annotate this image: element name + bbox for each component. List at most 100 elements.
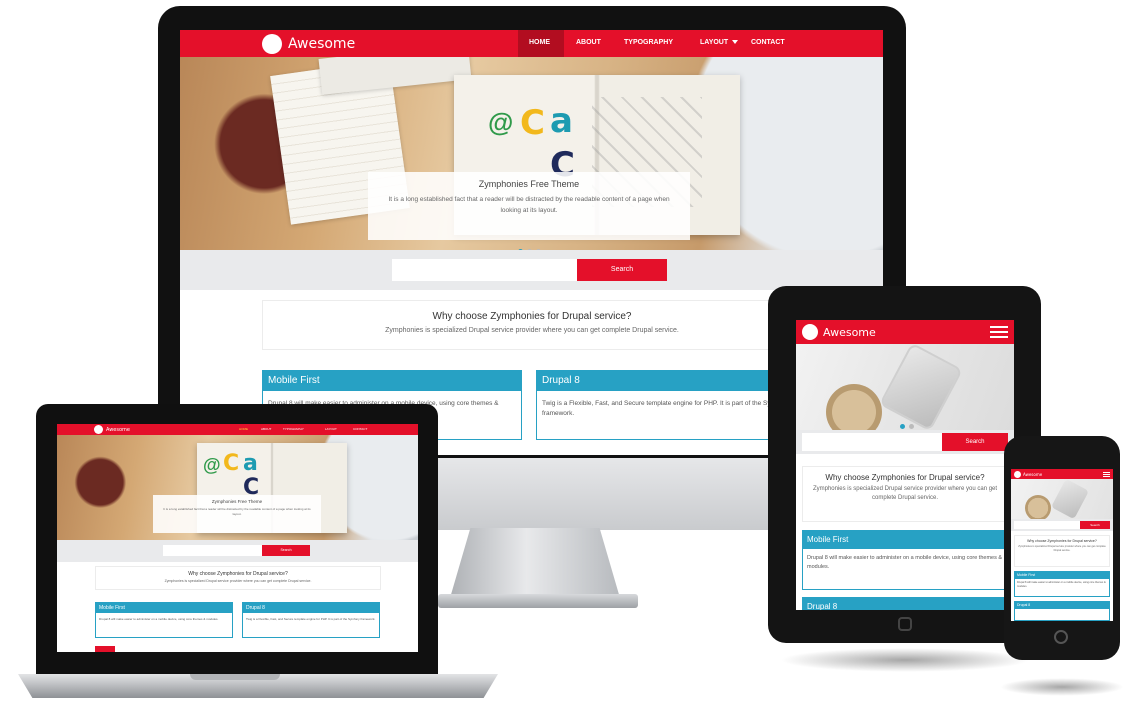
card-title: Mobile First bbox=[803, 531, 1007, 549]
site-header: Awesome HOME ABOUT TYPOGRAPHY LAYOUT CON… bbox=[180, 30, 883, 57]
site-header: Awesome bbox=[796, 320, 1014, 344]
card-drupal-8: Drupal 8 Twig is a Flexible, Fast, and S… bbox=[536, 370, 796, 440]
hero-title: Zymphonies Free Theme bbox=[211, 499, 263, 504]
search-input[interactable] bbox=[392, 259, 578, 281]
card-title: Mobile First bbox=[1015, 572, 1109, 579]
search-band: Search bbox=[57, 540, 418, 562]
nav-layout[interactable]: LAYOUT bbox=[700, 39, 739, 46]
responsive-devices-mockup: Awesome HOME ABOUT TYPOGRAPHY LAYOUT CON… bbox=[0, 0, 1132, 712]
paper-image bbox=[318, 57, 472, 95]
phone-home-button[interactable] bbox=[1054, 630, 1068, 644]
search-input[interactable] bbox=[163, 545, 263, 556]
card-text: Drupal 8 will make easier to administer … bbox=[807, 555, 1003, 570]
search-button[interactable]: Search bbox=[262, 545, 310, 556]
site-brand[interactable]: Awesome bbox=[823, 326, 876, 339]
hamburger-menu-icon[interactable] bbox=[990, 326, 1008, 338]
phone-shadow bbox=[1000, 678, 1124, 696]
footer-accent bbox=[95, 646, 115, 652]
card-title: Drupal 8 bbox=[243, 603, 379, 613]
coaster-image bbox=[826, 384, 882, 430]
why-section: Why choose Zymphonies for Drupal service… bbox=[1014, 535, 1110, 567]
site-brand[interactable]: Awesome bbox=[106, 427, 130, 433]
card-title: Drupal 8 bbox=[537, 371, 795, 391]
nav-contact[interactable]: CONTACT bbox=[751, 39, 785, 46]
logo-sample-a-icon: a bbox=[243, 451, 258, 476]
logo-sample-q-icon: @ bbox=[203, 455, 221, 475]
why-title: Why choose Zymphonies for Drupal service… bbox=[825, 473, 985, 482]
search-button[interactable]: Search bbox=[577, 259, 667, 281]
hero-text: It is a long established fact that a rea… bbox=[388, 196, 670, 214]
logo-sample-c-icon: C bbox=[520, 103, 545, 143]
nav-about[interactable]: ABOUT bbox=[576, 39, 601, 46]
why-text: Zymphonies is specialized Drupal service… bbox=[1018, 545, 1106, 552]
slider-dot[interactable] bbox=[900, 424, 905, 429]
card-title: Mobile First bbox=[263, 371, 521, 391]
card-title: Drupal 8 bbox=[803, 598, 1007, 610]
laptop-notch bbox=[190, 674, 280, 680]
card-drupal-8: Drupal 8 bbox=[802, 597, 1008, 610]
search-input[interactable] bbox=[802, 433, 942, 451]
why-text: Zymphonies is specialized Drupal service… bbox=[385, 327, 679, 334]
nav-contact[interactable]: CONTACT bbox=[353, 427, 367, 431]
site-header: Awesome HOME ABOUT TYPOGRAPHY LAYOUT CON… bbox=[57, 424, 418, 435]
tablet-screen: Awesome Search Why choose Zymphonies for… bbox=[796, 320, 1014, 610]
nav-typography[interactable]: TYPOGRAPHY bbox=[283, 427, 304, 431]
imac-stand-base bbox=[438, 594, 638, 608]
hero-slider bbox=[1011, 479, 1113, 519]
card-text: Drupal 8 will make easier to administer … bbox=[1017, 581, 1106, 588]
nav-layout[interactable]: LAYOUT bbox=[325, 427, 337, 431]
hero-slider: @ C a C Zymphonies Free Theme It is a lo… bbox=[180, 57, 883, 250]
site-brand[interactable]: Awesome bbox=[1023, 472, 1042, 477]
card-mobile-first: Mobile First Drupal 8 will make easier t… bbox=[802, 530, 1008, 590]
phone-image bbox=[878, 344, 964, 430]
hero-slider: @ C a C Zymphonies Free Theme It is a lo… bbox=[57, 435, 418, 540]
hero-slider bbox=[796, 344, 1014, 430]
search-band: Search bbox=[1011, 519, 1113, 531]
why-text: Zymphonies is specialized Drupal service… bbox=[164, 579, 312, 583]
slider-dots[interactable] bbox=[900, 424, 914, 429]
card-title: Drupal 8 bbox=[1015, 602, 1109, 609]
why-title: Why choose Zymphonies for Drupal service… bbox=[432, 311, 632, 322]
hero-caption: Zymphonies Free Theme It is a long estab… bbox=[368, 172, 690, 240]
hamburger-menu-icon[interactable] bbox=[1103, 472, 1110, 477]
card-text: Drupal 8 will make easier to administer … bbox=[99, 617, 219, 621]
nav-about[interactable]: ABOUT bbox=[261, 427, 271, 431]
card-text: Twig is a Flexible, Fast, and Secure tem… bbox=[246, 617, 376, 621]
search-button[interactable]: Search bbox=[1080, 521, 1110, 529]
nav-typography[interactable]: TYPOGRAPHY bbox=[624, 39, 673, 46]
why-section: Why choose Zymphonies for Drupal service… bbox=[95, 566, 381, 590]
coaster-image bbox=[1025, 495, 1051, 519]
phone-image bbox=[1051, 479, 1089, 519]
search-band: Search bbox=[796, 430, 1014, 454]
logo-icon bbox=[802, 324, 818, 340]
logo-icon bbox=[1014, 470, 1021, 478]
site-brand[interactable]: Awesome bbox=[288, 36, 355, 52]
hero-text: It is a long established fact that a rea… bbox=[163, 507, 311, 516]
why-section: Why choose Zymphonies for Drupal service… bbox=[802, 466, 1008, 522]
phone-screen: Awesome Search Why choose Zymphonies for… bbox=[1011, 469, 1113, 621]
caret-down-icon bbox=[732, 40, 739, 45]
logo-sample-a-icon: a bbox=[550, 101, 573, 141]
card-drupal-8: Drupal 8 bbox=[1014, 601, 1110, 621]
card-mobile-first: Mobile First Drupal 8 will make easier t… bbox=[95, 602, 233, 638]
hero-caption: Zymphonies Free Theme It is a long estab… bbox=[153, 495, 321, 533]
hero-title: Zymphonies Free Theme bbox=[478, 179, 580, 189]
why-title: Why choose Zymphonies for Drupal service… bbox=[1027, 539, 1097, 543]
why-title: Why choose Zymphonies for Drupal service… bbox=[188, 571, 288, 577]
nav-layout-label: LAYOUT bbox=[700, 39, 729, 46]
nav-home[interactable]: HOME bbox=[529, 39, 550, 46]
nav-home[interactable]: HOME bbox=[239, 427, 248, 431]
slider-dot[interactable] bbox=[909, 424, 914, 429]
search-band: Search bbox=[180, 250, 883, 290]
laptop-screen: Awesome HOME ABOUT TYPOGRAPHY LAYOUT CON… bbox=[57, 424, 418, 652]
card-drupal-8: Drupal 8 Twig is a Flexible, Fast, and S… bbox=[242, 602, 380, 638]
why-text: Zymphonies is specialized Drupal service… bbox=[812, 486, 998, 501]
tablet-home-button[interactable] bbox=[898, 617, 912, 631]
card-title: Mobile First bbox=[96, 603, 232, 613]
logo-sample-c-icon: C bbox=[223, 451, 240, 476]
search-button[interactable]: Search bbox=[942, 433, 1008, 451]
logo-sample-q-icon: @ bbox=[488, 107, 514, 137]
search-input[interactable] bbox=[1014, 521, 1080, 529]
site-header: Awesome bbox=[1011, 469, 1113, 479]
imac-stand bbox=[450, 528, 620, 598]
